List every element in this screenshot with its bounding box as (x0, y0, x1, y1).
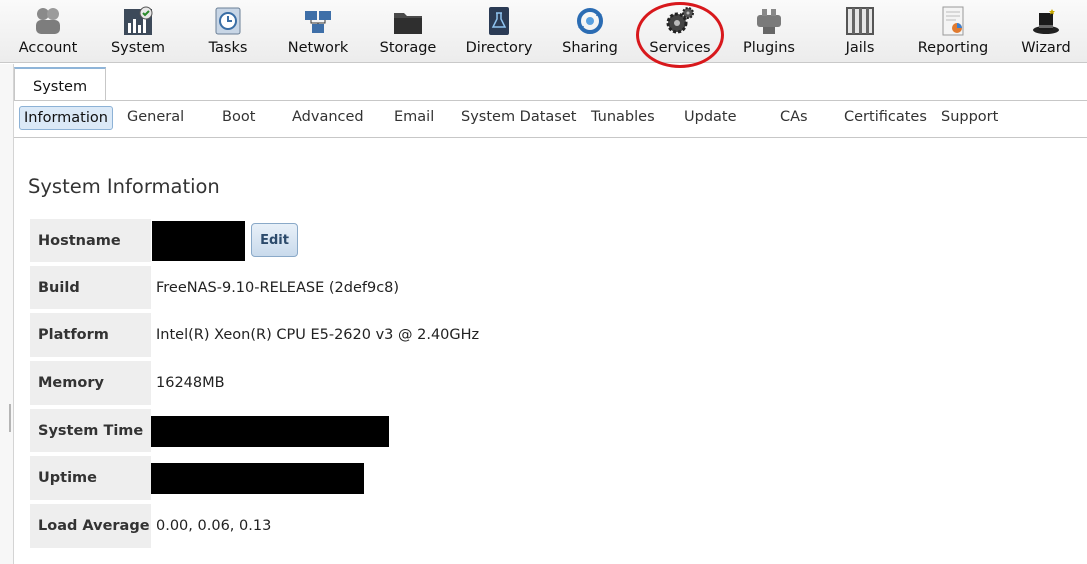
top-toolbar: Account System Tasks Network Storage Dir… (0, 0, 1087, 63)
info-label: System Time (30, 409, 151, 452)
toolbar-item-account[interactable]: Account (18, 0, 78, 62)
toolbar-item-wizard[interactable]: Wizard (1016, 0, 1076, 62)
toolbar-item-storage[interactable]: Storage (376, 0, 440, 62)
subtab-email[interactable]: Email (394, 109, 434, 125)
info-value: FreeNAS-9.10-RELEASE (2def9c8) (156, 279, 400, 296)
subtab-bar: Information General Boot Advanced Email … (14, 100, 1087, 138)
subtab-advanced[interactable]: Advanced (292, 109, 364, 125)
tab-system[interactable]: System (14, 67, 106, 101)
info-label: Build (30, 266, 151, 309)
subtab-update[interactable]: Update (684, 109, 737, 125)
toolbar-label: Directory (465, 40, 533, 56)
toolbar-item-plugins[interactable]: Plugins (738, 0, 800, 62)
toolbar-label: System (110, 40, 166, 56)
toolbar-item-system[interactable]: System (108, 0, 168, 62)
subtab-system-dataset[interactable]: System Dataset (461, 109, 576, 125)
network-icon (301, 4, 335, 38)
toolbar-item-sharing[interactable]: Sharing (559, 0, 621, 62)
subtab-information[interactable]: Information (19, 106, 113, 130)
account-icon (31, 4, 65, 38)
collapsed-tree-panel[interactable] (0, 64, 14, 564)
tasks-icon (211, 4, 245, 38)
toolbar-item-network[interactable]: Network (285, 0, 351, 62)
storage-icon (391, 4, 425, 38)
edit-hostname-button[interactable]: Edit (251, 223, 298, 257)
tab-label: System (33, 79, 88, 95)
toolbar-label: Plugins (743, 40, 795, 56)
jails-icon (843, 4, 877, 38)
info-label: Memory (30, 361, 151, 405)
toolbar-label: Network (287, 40, 349, 56)
uptime-value-redacted (151, 463, 364, 494)
subtab-tunables[interactable]: Tunables (591, 109, 655, 125)
system-time-value-redacted (151, 416, 389, 447)
info-value: Intel(R) Xeon(R) CPU E5-2620 v3 @ 2.40GH… (156, 327, 480, 343)
info-value: 16248MB (156, 375, 225, 391)
toolbar-item-services[interactable]: Services (647, 0, 713, 62)
info-label: Hostname (30, 219, 151, 262)
toolbar-label: Tasks (208, 40, 248, 56)
subtab-boot[interactable]: Boot (222, 109, 255, 125)
toolbar-label: Reporting (917, 40, 989, 56)
hostname-value-redacted (152, 221, 245, 261)
toolbar-item-jails[interactable]: Jails (830, 0, 890, 62)
toolbar-label: Jails (845, 40, 875, 56)
subtab-support[interactable]: Support (941, 109, 998, 125)
toolbar-label: Sharing (562, 40, 618, 56)
toolbar-label: Wizard (1021, 40, 1071, 56)
splitter-grip[interactable] (9, 404, 11, 432)
page-title: System Information (28, 175, 220, 198)
reporting-icon (936, 4, 970, 38)
system-icon (121, 4, 155, 38)
info-label: Load Average (30, 504, 151, 548)
toolbar-item-reporting[interactable]: Reporting (913, 0, 993, 62)
sharing-icon (573, 4, 607, 38)
subtab-general[interactable]: General (127, 109, 184, 125)
wizard-icon (1029, 4, 1063, 38)
info-label: Platform (30, 313, 151, 357)
directory-icon (482, 4, 516, 38)
subtab-certificates[interactable]: Certificates (844, 109, 927, 125)
subtab-cas[interactable]: CAs (780, 109, 808, 125)
services-icon (663, 4, 697, 38)
toolbar-label: Account (18, 40, 78, 56)
toolbar-label: Services (649, 40, 711, 56)
plugins-icon (752, 4, 786, 38)
info-value: 0.00, 0.06, 0.13 (156, 518, 272, 534)
toolbar-item-tasks[interactable]: Tasks (198, 0, 258, 62)
info-label: Uptime (30, 456, 151, 500)
toolbar-label: Storage (379, 40, 437, 56)
toolbar-item-directory[interactable]: Directory (463, 0, 535, 62)
